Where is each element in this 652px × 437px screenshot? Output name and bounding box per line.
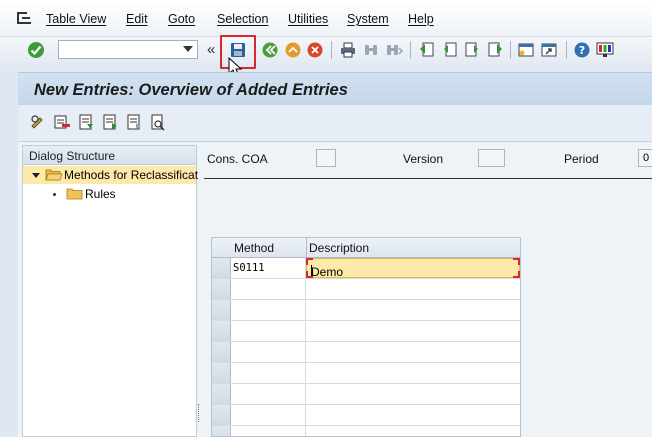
description-cell[interactable] (306, 279, 520, 299)
dialog-structure-title: Dialog Structure (29, 149, 116, 163)
cons-coa-field[interactable] (316, 149, 336, 167)
svg-text:?: ? (579, 44, 585, 57)
method-cell[interactable] (231, 300, 306, 320)
content-area: Dialog Structure Methods for Reclassific… (18, 142, 652, 437)
tree-item-label: Methods for Reclassificat (64, 168, 198, 182)
next-page-icon[interactable] (462, 40, 482, 60)
table-row (212, 405, 520, 426)
find-next-icon[interactable] (384, 40, 404, 60)
table-row (212, 321, 520, 342)
entries-table: Method Description S0111 Demo (211, 237, 521, 437)
description-cell[interactable] (306, 300, 520, 320)
method-cell[interactable] (231, 279, 306, 299)
description-cell[interactable] (306, 342, 520, 362)
method-cell[interactable] (231, 321, 306, 341)
exit-icon[interactable] (283, 40, 303, 60)
delete-icon[interactable] (53, 113, 71, 131)
menu-help[interactable]: Help (408, 12, 434, 26)
row-selector[interactable] (212, 405, 231, 425)
dialog-structure-header: Dialog Structure (23, 146, 196, 165)
row-selector[interactable] (212, 279, 231, 299)
find-icon[interactable] (361, 40, 381, 60)
menu-utilities[interactable]: Utilities (288, 12, 328, 26)
first-page-icon[interactable] (417, 40, 437, 60)
details-icon[interactable] (149, 113, 167, 131)
description-cell[interactable]: Demo (306, 258, 520, 279)
method-cell[interactable] (231, 384, 306, 404)
shortcut-icon[interactable] (539, 40, 559, 60)
method-cell[interactable] (231, 363, 306, 383)
description-cell[interactable] (306, 384, 520, 404)
description-cell[interactable] (306, 426, 520, 436)
select-all-icon[interactable] (77, 113, 95, 131)
menu-system[interactable]: System (347, 12, 389, 26)
column-header-method[interactable]: Method (234, 241, 274, 255)
row-selector[interactable] (212, 363, 231, 383)
chevron-down-icon[interactable] (183, 46, 193, 52)
description-cell[interactable] (306, 321, 520, 341)
row-selector[interactable] (212, 258, 231, 278)
back-icon[interactable] (260, 40, 280, 60)
create-session-icon[interactable] (516, 40, 536, 60)
tree-item-rules[interactable]: Rules (23, 185, 196, 203)
change-display-icon[interactable] (29, 113, 47, 131)
dialog-structure-panel: Dialog Structure Methods for Reclassific… (22, 145, 198, 437)
cons-coa-label: Cons. COA (207, 152, 268, 166)
print-icon[interactable] (338, 40, 358, 60)
last-page-icon[interactable] (485, 40, 505, 60)
help-icon[interactable]: ? (572, 40, 592, 60)
select-block-icon[interactable] (101, 113, 119, 131)
method-cell[interactable] (231, 426, 306, 436)
menu-table-view[interactable]: Table View (46, 12, 106, 26)
deselect-all-icon[interactable] (125, 113, 143, 131)
tree-item-methods[interactable]: Methods for Reclassificat (23, 166, 198, 184)
application-toolbar (18, 105, 652, 142)
column-header-description[interactable]: Description (309, 241, 369, 255)
command-input[interactable] (61, 42, 173, 57)
menu-icon[interactable] (16, 11, 32, 25)
page-title: New Entries: Overview of Added Entries (34, 81, 348, 99)
enter-icon[interactable] (26, 40, 46, 60)
table-row (212, 384, 520, 405)
description-cell[interactable] (306, 363, 520, 383)
row-selector[interactable] (212, 300, 231, 320)
version-field[interactable] (478, 149, 505, 167)
previous-page-icon[interactable] (440, 40, 460, 60)
table-row (212, 426, 520, 436)
table-row (212, 279, 520, 300)
method-cell[interactable] (231, 342, 306, 362)
command-field[interactable] (58, 40, 198, 59)
standard-toolbar: « ? (0, 37, 652, 65)
row-selector[interactable] (212, 384, 231, 404)
table-row (212, 300, 520, 321)
panel-splitter[interactable] (198, 404, 201, 422)
menu-edit[interactable]: Edit (126, 12, 148, 26)
description-cell[interactable] (306, 405, 520, 425)
menu-bar: Table View Edit Goto Selection Utilities… (0, 0, 652, 37)
method-cell[interactable] (231, 405, 306, 425)
chevron-double-left-icon[interactable]: « (207, 41, 215, 58)
row-selector[interactable] (212, 426, 231, 436)
method-cell[interactable]: S0111 (231, 258, 306, 278)
table-row (212, 342, 520, 363)
version-label: Version (403, 152, 444, 166)
period-label: Period (564, 152, 599, 166)
layout-icon[interactable] (595, 40, 615, 60)
table-header: Method Description (212, 238, 520, 258)
header-divider (204, 178, 652, 179)
period-field[interactable]: 0 (638, 149, 652, 167)
menu-selection[interactable]: Selection (217, 12, 268, 26)
row-selector[interactable] (212, 321, 231, 341)
row-selector[interactable] (212, 342, 231, 362)
folder-icon (66, 188, 83, 200)
table-row: S0111 Demo (212, 258, 520, 279)
table-row (212, 363, 520, 384)
cancel-icon[interactable] (305, 40, 325, 60)
folder-open-icon (45, 169, 63, 181)
title-bar: New Entries: Overview of Added Entries (18, 72, 652, 106)
tree-item-label: Rules (85, 187, 116, 201)
bullet-icon (53, 193, 56, 196)
expand-triangle-icon[interactable] (32, 173, 40, 178)
menu-goto[interactable]: Goto (168, 12, 195, 26)
